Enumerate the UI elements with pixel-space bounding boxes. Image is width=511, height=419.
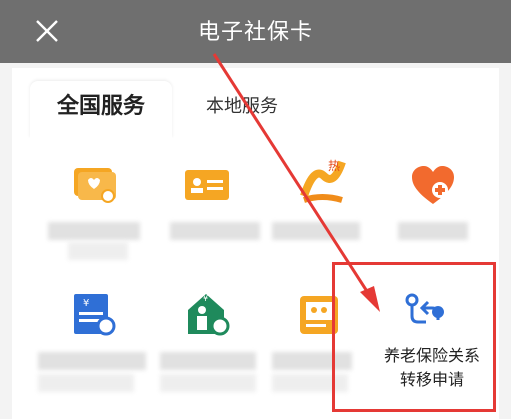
blurred-label <box>68 242 128 260</box>
house-person-icon: ¥ <box>188 294 230 336</box>
blurred-label <box>398 222 468 240</box>
page-title: 电子社保卡 <box>197 20 313 45</box>
heart-plus-icon <box>412 166 454 204</box>
svg-text:¥: ¥ <box>203 294 208 303</box>
service-item[interactable] <box>384 150 494 270</box>
svg-text:热: 热 <box>328 159 340 173</box>
service-item[interactable] <box>48 150 158 270</box>
service-item[interactable] <box>160 150 270 270</box>
blurred-label <box>38 352 146 370</box>
hot-service-icon: 热 <box>300 159 346 203</box>
blurred-label <box>170 222 260 240</box>
card-icon <box>74 168 116 203</box>
service-item[interactable]: ¥ <box>38 284 158 404</box>
blurred-label <box>48 222 140 240</box>
blurred-label <box>160 352 256 370</box>
blurred-label <box>272 222 360 240</box>
id-card-icon <box>185 170 229 200</box>
tab-national-services-label: 全国服务 <box>57 94 146 119</box>
blurred-label <box>160 374 256 392</box>
blurred-label <box>38 374 134 392</box>
app-header: 电子社保卡 <box>0 0 511 63</box>
highlight-box <box>332 262 496 412</box>
service-item[interactable]: ¥ <box>160 284 270 404</box>
bill-icon: ¥ <box>74 294 116 336</box>
tab-local-services[interactable]: 本地服务 <box>206 92 278 118</box>
service-item[interactable]: 热 <box>272 150 382 270</box>
svg-text:¥: ¥ <box>83 298 89 309</box>
